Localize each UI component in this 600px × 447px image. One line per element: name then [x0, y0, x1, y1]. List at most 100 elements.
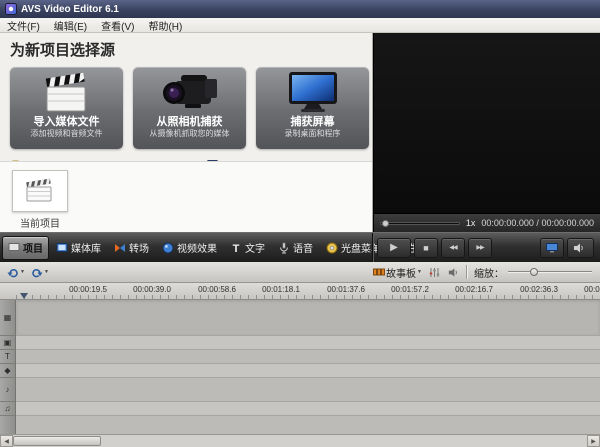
scroll-right-icon: ▶: [591, 438, 596, 445]
undo-dropdown-icon: ▼: [20, 269, 25, 275]
ruler-tick: 00:02:36.3: [520, 285, 558, 294]
video-effects-icon: [162, 242, 174, 254]
capture-camera-label: 从照相机捕获: [157, 116, 223, 129]
svg-text:T: T: [233, 243, 240, 254]
voice-icon: [278, 242, 290, 254]
music-track-header[interactable]: ♫: [0, 402, 15, 416]
redo-button[interactable]: ▼: [28, 264, 52, 280]
import-media-tile[interactable]: 导入媒体文件 添加视频和音频文件: [10, 67, 123, 149]
app-icon[interactable]: [5, 3, 17, 15]
scroll-right-button[interactable]: ▶: [587, 435, 600, 447]
start-panel: 为新项目选择源 导入媒体文件: [0, 33, 373, 232]
audio-track-icon: ♪: [6, 385, 10, 394]
track-lanes: [16, 300, 600, 434]
text-icon: T: [230, 242, 242, 254]
tab-video-effects[interactable]: 视频效果: [156, 236, 223, 260]
previous-frame-icon: ◀◀: [449, 244, 456, 251]
zoom-label: 缩放：: [474, 265, 504, 280]
import-media-label: 导入媒体文件: [34, 116, 100, 129]
next-frame-icon: ▶▶: [476, 244, 483, 251]
timecode-separator: /: [536, 218, 539, 228]
capture-camera-subtitle: 从摄像机抓取您的媒体: [150, 129, 230, 139]
play-icon: ▶: [390, 242, 398, 253]
capture-screen-label: 捕获屏幕: [291, 116, 335, 129]
project-icon: [8, 242, 20, 254]
tab-voice[interactable]: 语音: [272, 236, 319, 260]
tab-voice-label: 语音: [293, 240, 313, 255]
seek-slider-handle[interactable]: [382, 220, 389, 227]
clapperboard-thumb-icon: [25, 178, 55, 204]
current-project-thumbnail[interactable]: [12, 170, 68, 212]
menu-help[interactable]: 帮助(H): [141, 18, 189, 32]
menu-view[interactable]: 查看(V): [94, 18, 141, 32]
scrollbar-track[interactable]: [101, 435, 587, 447]
next-frame-button[interactable]: ▶▶: [468, 238, 492, 258]
play-button[interactable]: ▶: [377, 238, 411, 258]
audio-track-header[interactable]: ♪: [0, 378, 15, 402]
overlay-track-icon: ▣: [4, 338, 12, 347]
undo-button[interactable]: ▼: [4, 264, 28, 280]
timecode-display: 00:00:00.000 / 00:00:00.000: [481, 218, 594, 228]
main-toolbar: 项目 媒体库 转场 视频效果 T 文字 语音: [0, 232, 600, 262]
timeline-volume-button[interactable]: [443, 264, 461, 280]
zoom-slider-handle[interactable]: [530, 268, 538, 276]
disc-menu-icon: [326, 242, 338, 254]
audio-track-lane[interactable]: [16, 378, 600, 402]
stop-button[interactable]: ■: [414, 238, 438, 258]
mixer-icon: [429, 267, 440, 278]
ruler-tick: 00:02:16.7: [455, 285, 493, 294]
overlay-track-header[interactable]: ▣: [0, 336, 15, 350]
storyboard-button[interactable]: 故事板 ▼: [370, 264, 425, 280]
previous-frame-button[interactable]: ◀◀: [441, 238, 465, 258]
effects-track-icon: ◆: [4, 366, 10, 375]
tab-video-effects-label: 视频效果: [177, 240, 217, 255]
transport-controls: ▶ ■ ◀◀ ▶▶ ▼: [372, 233, 598, 262]
tab-text[interactable]: T 文字: [224, 236, 271, 260]
menu-edit[interactable]: 编辑(E): [47, 18, 94, 32]
scrollbar-thumb[interactable]: [13, 436, 101, 446]
monitor-icon: [287, 68, 339, 116]
video-track-lane[interactable]: [16, 300, 600, 336]
seek-slider[interactable]: [380, 222, 460, 225]
text-track-lane[interactable]: [16, 350, 600, 364]
track-header-filler: [0, 416, 15, 434]
camcorder-icon: [161, 68, 219, 116]
current-project-label: 当前项目: [12, 215, 68, 230]
ruler-tick: 00:01:18.1: [262, 285, 300, 294]
ruler-tick: 00:00:19.5: [69, 285, 107, 294]
transitions-icon: [114, 242, 126, 254]
tab-transitions[interactable]: 转场: [108, 236, 155, 260]
text-track-icon: T: [5, 352, 10, 361]
media-library-icon: [56, 242, 68, 254]
stop-icon: ■: [423, 243, 428, 253]
text-track-header[interactable]: T: [0, 350, 15, 364]
capture-camera-tile[interactable]: 从照相机捕获 从摄像机抓取您的媒体: [133, 67, 246, 149]
tab-project[interactable]: 项目: [2, 236, 49, 260]
overlay-track-lane[interactable]: [16, 336, 600, 350]
ruler-tick: 00:01:37.6: [327, 285, 365, 294]
storyboard-dropdown-icon: ▼: [417, 269, 422, 275]
playhead-marker[interactable]: [20, 293, 28, 299]
mixer-button[interactable]: [425, 264, 443, 280]
music-track-lane[interactable]: [16, 402, 600, 416]
volume-button[interactable]: ▼: [567, 238, 594, 258]
tab-media-library[interactable]: 媒体库: [50, 236, 107, 260]
scroll-left-button[interactable]: ◀: [0, 435, 13, 447]
preview-controls: 1x 00:00:00.000 / 00:00:00.000: [374, 214, 600, 232]
menu-file[interactable]: 文件(F): [0, 18, 47, 32]
effects-track-lane[interactable]: [16, 364, 600, 378]
effects-track-header[interactable]: ◆: [0, 364, 15, 378]
video-track-header[interactable]: ▦: [0, 300, 15, 336]
source-tiles: 导入媒体文件 添加视频和音频文件: [0, 60, 372, 149]
menubar: 文件(F) 编辑(E) 查看(V) 帮助(H): [0, 18, 600, 33]
fullscreen-button[interactable]: [540, 238, 564, 258]
ruler-tick: 00:01:57.2: [391, 285, 429, 294]
timeline-ruler[interactable]: 00:00:19.5 00:00:39.0 00:00:58.6 00:01:1…: [0, 283, 600, 300]
capture-screen-tile[interactable]: 捕获屏幕 录制桌面和程序: [256, 67, 369, 149]
zoom-slider[interactable]: [508, 266, 592, 278]
playback-speed: 1x: [466, 218, 476, 228]
ruler-minor-ticks: [16, 295, 600, 299]
timecode-total: 00:00:00.000: [541, 218, 594, 228]
tab-media-library-label: 媒体库: [71, 240, 101, 255]
track-headers: ▦ ▣ T ◆ ♪ ♫: [0, 300, 16, 434]
